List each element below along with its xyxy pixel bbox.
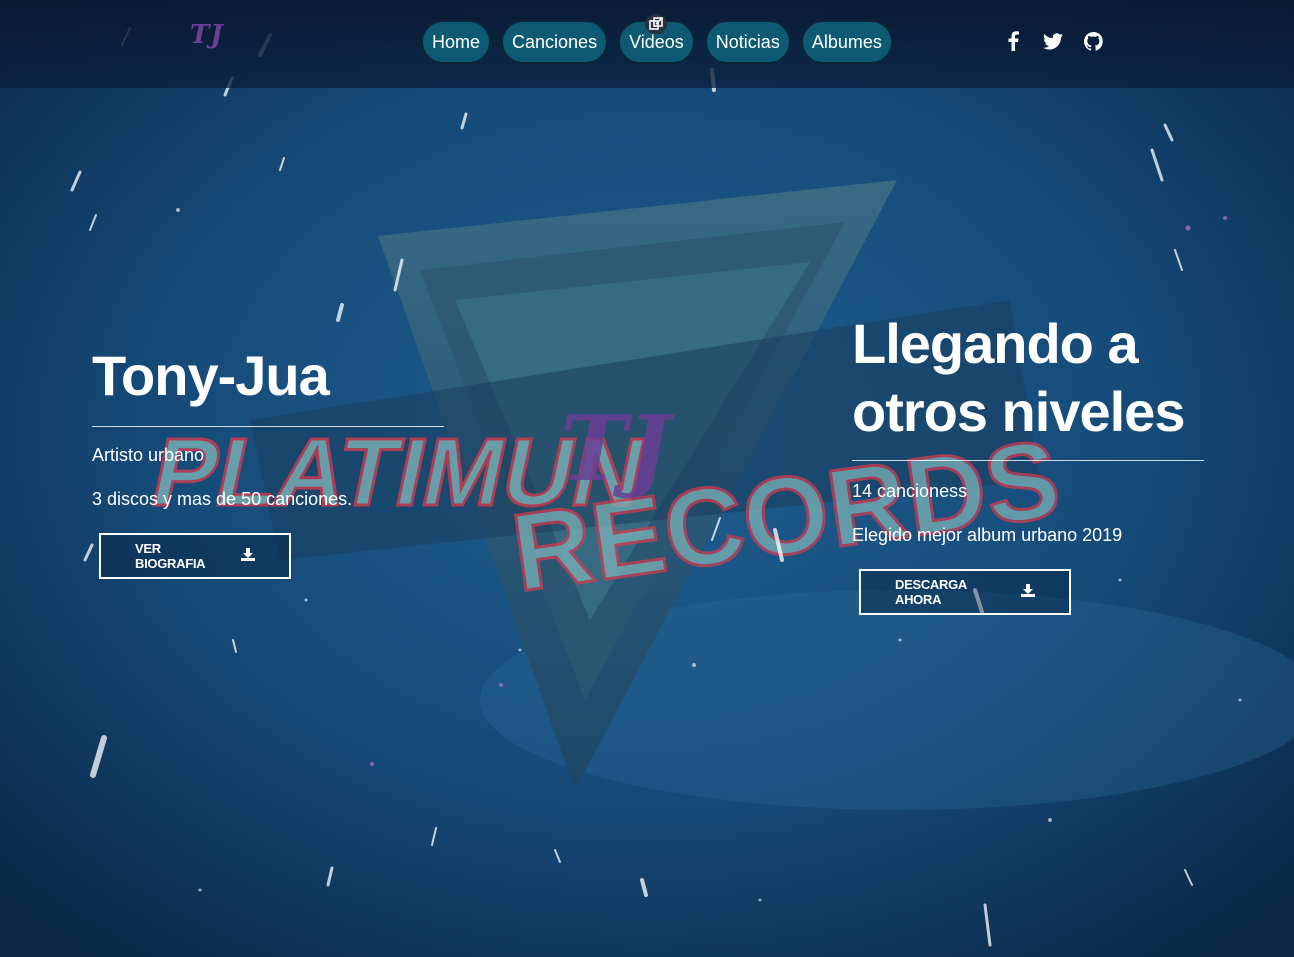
nav-videos-label: Videos <box>629 31 684 52</box>
nav-albumes-label: Albumes <box>811 31 882 52</box>
biography-button-label: VER BIOGRAFIA <box>135 541 206 571</box>
nav-canciones[interactable]: Canciones <box>501 20 609 64</box>
nav-videos[interactable]: Videos <box>618 14 695 64</box>
top-navbar: TJ Home Canciones Videos Noticias Albume… <box>0 0 1294 88</box>
artist-subtitle: Artisto urbano <box>92 445 205 465</box>
nav-noticias[interactable]: Noticias <box>704 20 791 64</box>
divider <box>92 426 444 427</box>
nav-albumes[interactable]: Albumes <box>800 20 893 64</box>
github-icon[interactable] <box>1083 30 1103 52</box>
nav-home-label: Home <box>432 31 481 52</box>
biography-button[interactable]: VER BIOGRAFIA <box>99 533 291 579</box>
bg-overlay-mark: TJ <box>560 396 675 502</box>
external-link-icon <box>645 14 668 34</box>
download-now-button-label: DESCARGA AHORA <box>895 577 967 607</box>
promo-title-line1: Llegando a <box>852 312 1139 375</box>
divider <box>852 460 1204 461</box>
hero-right: Llegando a otros niveles 14 cancioness E… <box>852 310 1204 615</box>
site-logo[interactable]: TJ <box>190 20 224 50</box>
artist-detail: 3 discos y mas de 50 canciones. <box>92 489 353 509</box>
facebook-icon[interactable] <box>1003 30 1023 52</box>
promo-title: Llegando a otros niveles <box>852 310 1204 446</box>
hero-left: Tony-Jua Artisto urbano 3 discos y mas d… <box>92 340 444 579</box>
nav-noticias-label: Noticias <box>715 31 780 52</box>
promo-detail: Elegido mejor album urbano 2019 <box>852 525 1123 545</box>
nav-canciones-label: Canciones <box>512 31 598 52</box>
nav-home[interactable]: Home <box>421 20 492 64</box>
artist-name: Tony-Jua <box>92 344 330 407</box>
download-icon <box>241 548 255 564</box>
promo-title-line2: otros niveles <box>852 380 1185 443</box>
promo-subtitle: 14 cancioness <box>852 481 968 501</box>
twitter-icon[interactable] <box>1043 30 1063 52</box>
download-icon <box>1021 584 1035 600</box>
main-nav: Home Canciones Videos Noticias Albumes <box>421 14 893 64</box>
social-links <box>1003 30 1103 52</box>
download-now-button[interactable]: DESCARGA AHORA <box>859 569 1071 615</box>
